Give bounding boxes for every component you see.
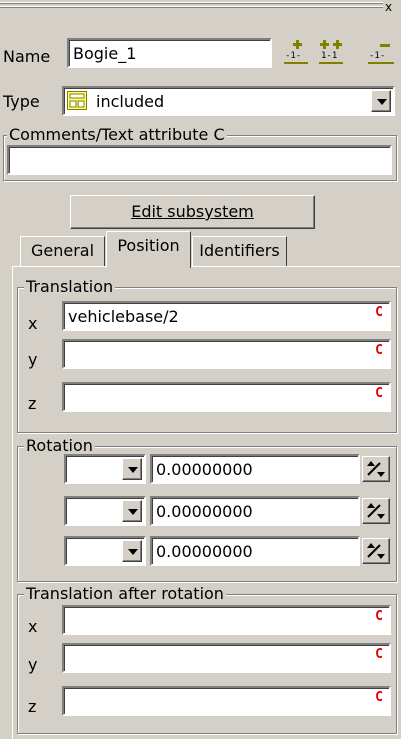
translation-after-x-input[interactable]: C (62, 605, 391, 635)
translation-x-input[interactable]: vehiclebase/2 C (62, 301, 391, 331)
rotation-title: Rotation (24, 436, 95, 456)
rotation-angle-value-1: 0.00000000 (156, 460, 253, 479)
rotation-angle-value-2: 0.00000000 (156, 502, 253, 521)
svg-text:-1-: -1- (369, 51, 385, 61)
comments-input[interactable] (7, 145, 392, 175)
translation-after-rotation-title: Translation after rotation (24, 584, 226, 604)
translation-y-label: y (28, 350, 38, 369)
tab-identifiers-label: Identifiers (199, 241, 280, 260)
spin-arrows-icon[interactable] (362, 456, 390, 482)
edit-subsystem-label: Edit subsystem (131, 202, 254, 221)
tab-position[interactable]: Position (106, 231, 191, 268)
translation-after-z-label: z (28, 697, 37, 716)
translation-title: Translation (24, 277, 116, 297)
constant-marker[interactable]: C (373, 691, 385, 705)
rotation-axis-select-1[interactable] (64, 454, 146, 484)
translation-y-input[interactable]: C (62, 339, 391, 369)
rotation-angle-input-2[interactable]: 0.00000000 (150, 496, 360, 526)
translation-z-input[interactable]: C (62, 382, 391, 412)
chevron-down-icon[interactable] (122, 500, 142, 522)
edit-subsystem-button[interactable]: Edit subsystem (70, 195, 315, 229)
rotation-angle-input-1[interactable]: 0.00000000 (150, 454, 360, 484)
tab-general-label: General (30, 241, 95, 260)
remove-member-icon[interactable]: -1- (366, 38, 396, 66)
translation-after-y-input[interactable]: C (62, 643, 391, 673)
add-member-icon[interactable]: -1- (283, 38, 309, 66)
chevron-down-icon[interactable] (371, 90, 391, 112)
subsystem-icon (67, 91, 87, 110)
svg-text:1-1: 1-1 (321, 51, 337, 61)
name-value: Bogie_1 (73, 44, 137, 63)
type-label: Type (3, 92, 40, 111)
chevron-down-icon[interactable] (122, 540, 142, 562)
translation-z-label: z (28, 394, 37, 413)
translation-after-x-label: x (28, 617, 38, 636)
rotation-axis-select-3[interactable] (64, 536, 146, 566)
rotation-angle-value-3: 0.00000000 (156, 542, 253, 561)
panel-grip[interactable] (0, 2, 383, 12)
constant-marker[interactable]: C (373, 610, 385, 624)
translation-after-z-input[interactable]: C (62, 686, 391, 716)
constant-marker[interactable]: C (373, 387, 385, 401)
add-member-group-icon[interactable]: 1-1 (318, 38, 344, 66)
translation-after-y-label: y (28, 655, 38, 674)
constant-marker[interactable]: C (373, 648, 385, 662)
svg-text:-1-: -1- (285, 51, 301, 61)
rotation-angle-input-3[interactable]: 0.00000000 (150, 536, 360, 566)
spin-arrows-icon[interactable] (362, 538, 390, 564)
constant-marker[interactable]: C (373, 344, 385, 358)
spin-arrows-icon[interactable] (362, 498, 390, 524)
comments-label: Comments/Text attribute C (7, 125, 227, 145)
chevron-down-icon[interactable] (122, 458, 142, 480)
tab-position-label: Position (117, 236, 180, 255)
constant-marker[interactable]: C (373, 306, 385, 320)
close-icon[interactable]: x (385, 0, 399, 14)
rotation-axis-select-2[interactable] (64, 496, 146, 526)
tab-identifiers[interactable]: Identifiers (192, 236, 287, 266)
name-label: Name (3, 47, 51, 66)
type-select[interactable]: included (62, 86, 395, 116)
name-input[interactable]: Bogie_1 (67, 38, 272, 68)
translation-x-label: x (28, 314, 38, 333)
tab-general[interactable]: General (20, 236, 105, 266)
type-value: included (96, 92, 165, 111)
translation-x-value: vehiclebase/2 (68, 307, 179, 326)
